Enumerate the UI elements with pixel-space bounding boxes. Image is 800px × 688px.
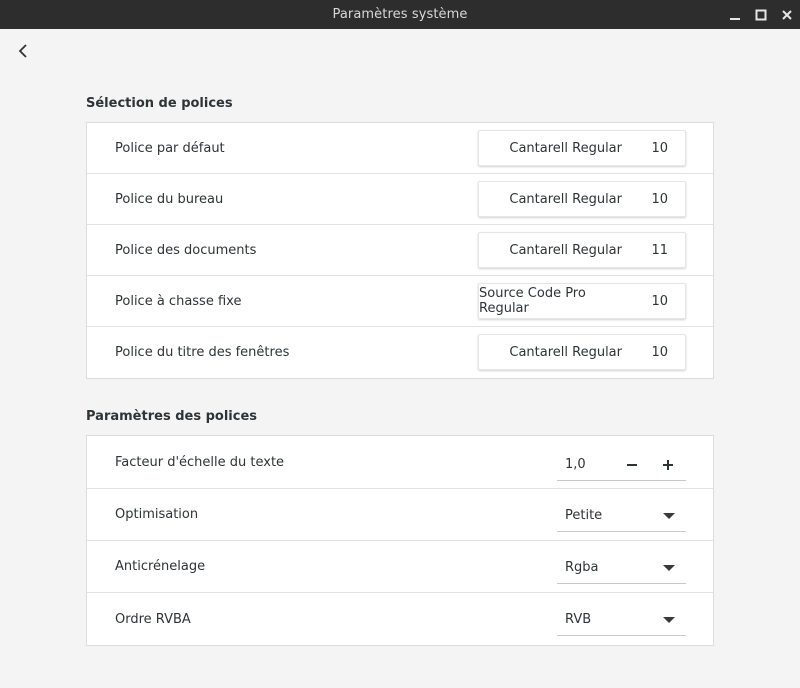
list-item-default-font: Police par défaut Cantarell Regular 10	[87, 123, 713, 174]
close-icon	[782, 9, 792, 20]
increase-button[interactable]	[650, 450, 686, 480]
font-size: 10	[651, 191, 668, 207]
font-size: 11	[651, 242, 668, 258]
list-item-hinting: Optimisation Petite	[87, 489, 713, 541]
font-name: Cantarell Regular	[509, 242, 622, 258]
antialiasing-dropdown[interactable]: Rgba	[557, 552, 686, 584]
document-font-button[interactable]: Cantarell Regular 11	[478, 232, 686, 268]
row-label: Police du bureau	[115, 191, 224, 207]
window-title-font-button[interactable]: Cantarell Regular 10	[478, 334, 686, 370]
font-name: Cantarell Regular	[509, 140, 622, 156]
minus-icon	[627, 463, 638, 466]
font-name: Cantarell Regular	[509, 191, 622, 207]
window-title: Paramètres système	[332, 7, 468, 22]
list-item-window-title-font: Police du titre des fenêtres Cantarell R…	[87, 327, 713, 378]
desktop-font-button[interactable]: Cantarell Regular 10	[478, 181, 686, 217]
window-titlebar: Paramètres système	[0, 0, 800, 29]
font-settings-list: Facteur d'échelle du texte 1,0 Optimisat…	[86, 435, 714, 646]
maximize-icon	[755, 9, 767, 20]
maximize-button[interactable]	[748, 0, 774, 29]
back-button[interactable]	[10, 38, 36, 64]
rgba-order-value: RVB	[565, 612, 592, 627]
hinting-value: Petite	[565, 508, 603, 523]
row-label: Optimisation	[115, 507, 199, 522]
monospace-font-button[interactable]: Source Code Pro Regular 10	[478, 283, 686, 319]
minimize-icon	[730, 17, 740, 20]
font-size: 10	[651, 293, 668, 309]
close-button[interactable]	[774, 0, 800, 29]
dropdown-arrow-icon	[663, 616, 675, 623]
decrease-button[interactable]	[615, 450, 651, 480]
font-name: Cantarell Regular	[509, 344, 622, 360]
font-size: 10	[651, 140, 668, 156]
list-item-desktop-font: Police du bureau Cantarell Regular 10	[87, 174, 713, 225]
chevron-left-icon	[18, 44, 27, 58]
row-label: Anticrénelage	[115, 559, 206, 574]
dropdown-arrow-icon	[663, 564, 675, 571]
rgba-order-dropdown[interactable]: RVB	[557, 604, 686, 636]
antialiasing-value: Rgba	[565, 560, 599, 575]
font-settings-heading: Paramètres des polices	[86, 409, 257, 424]
row-label: Police des documents	[115, 242, 257, 258]
list-item-document-font: Police des documents Cantarell Regular 1…	[87, 225, 713, 276]
font-selection-heading: Sélection de polices	[86, 96, 233, 111]
list-item-monospace-font: Police à chasse fixe Source Code Pro Reg…	[87, 276, 713, 327]
default-font-button[interactable]: Cantarell Regular 10	[478, 130, 686, 166]
font-name: Source Code Pro Regular	[479, 286, 586, 316]
list-item-rgba-order: Ordre RVBA RVB	[87, 593, 713, 645]
font-size: 10	[651, 344, 668, 360]
font-selection-list: Police par défaut Cantarell Regular 10 P…	[86, 122, 714, 379]
text-scale-value[interactable]: 1,0	[557, 457, 615, 472]
hinting-dropdown[interactable]: Petite	[557, 500, 686, 532]
plus-icon	[663, 459, 674, 470]
minimize-button[interactable]	[722, 0, 748, 29]
row-label: Facteur d'échelle du texte	[115, 454, 285, 470]
row-label: Police par défaut	[115, 140, 225, 156]
dropdown-arrow-icon	[663, 512, 675, 519]
row-label: Police du titre des fenêtres	[115, 345, 290, 360]
row-label: Ordre RVBA	[115, 611, 191, 627]
text-scale-stepper: 1,0	[557, 449, 686, 481]
row-label: Police à chasse fixe	[115, 293, 242, 309]
list-item-text-scale: Facteur d'échelle du texte 1,0	[87, 436, 713, 489]
list-item-antialiasing: Anticrénelage Rgba	[87, 541, 713, 593]
window-controls	[722, 0, 800, 29]
